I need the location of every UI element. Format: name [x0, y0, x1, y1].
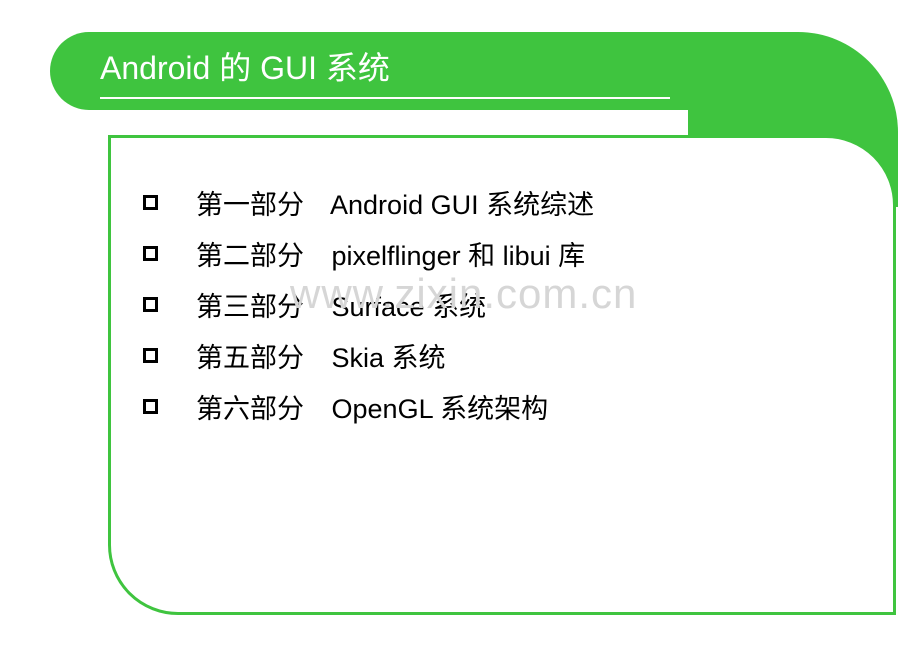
slide-title: Android 的 GUI 系统: [100, 43, 670, 99]
bullet-icon: [143, 195, 158, 210]
list-item: 第六部分 OpenGL 系统架构: [143, 387, 863, 426]
list-item-text: 第六部分 OpenGL 系统架构: [196, 387, 548, 426]
list-item-text: 第一部分 Android GUI 系统综述: [196, 183, 594, 222]
part-desc: Android GUI 系统综述: [330, 190, 594, 220]
part-desc: pixelflinger 和 libui 库: [332, 241, 586, 271]
list-item: 第二部分 pixelflinger 和 libui 库: [143, 234, 863, 273]
part-label: 第三部分: [196, 285, 324, 324]
part-label: 第五部分: [196, 336, 324, 375]
bullet-icon: [143, 246, 158, 261]
part-label: 第一部分: [196, 183, 324, 222]
part-label: 第二部分: [196, 234, 324, 273]
list-item-text: 第五部分 Skia 系统: [196, 336, 446, 375]
slide-container: Android 的 GUI 系统 第一部分 Android GUI 系统综述 第…: [0, 0, 920, 651]
list-item: 第三部分 Surface 系统: [143, 285, 863, 324]
part-desc: OpenGL 系统架构: [332, 394, 549, 424]
part-desc: Skia 系统: [332, 343, 446, 373]
list-item-text: 第二部分 pixelflinger 和 libui 库: [196, 234, 585, 273]
outline-list: 第一部分 Android GUI 系统综述 第二部分 pixelflinger …: [143, 183, 863, 426]
bullet-icon: [143, 348, 158, 363]
part-desc: Surface 系统: [332, 292, 487, 322]
list-item-text: 第三部分 Surface 系统: [196, 285, 486, 324]
part-label: 第六部分: [196, 387, 324, 426]
list-item: 第五部分 Skia 系统: [143, 336, 863, 375]
bullet-icon: [143, 297, 158, 312]
bullet-icon: [143, 399, 158, 414]
title-bar: Android 的 GUI 系统: [50, 32, 700, 110]
list-item: 第一部分 Android GUI 系统综述: [143, 183, 863, 222]
content-box: 第一部分 Android GUI 系统综述 第二部分 pixelflinger …: [108, 135, 896, 615]
